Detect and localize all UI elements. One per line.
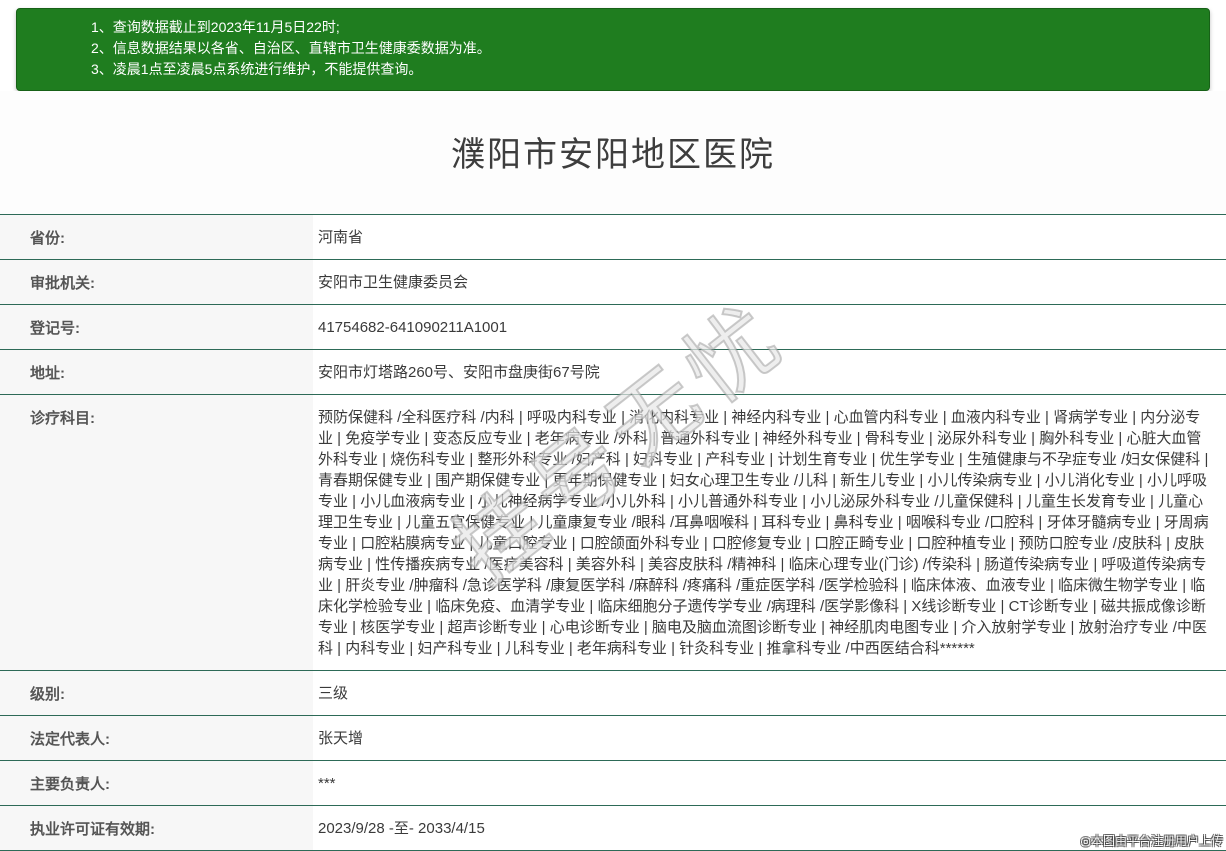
row-label: 省份: xyxy=(0,215,313,259)
table-row-registration-number: 登记号: 41754682-641090211A1001 xyxy=(0,305,1226,350)
row-value: 河南省 xyxy=(318,229,364,246)
page-title: 濮阳市安阳地区医院 xyxy=(451,136,775,174)
table-row-address: 地址: 安阳市灯塔路260号、安阳市盘庚街67号院 xyxy=(0,350,1226,395)
table-row-medical-departments: 诊疗科目: 预防保健科 /全科医疗科 /内科 | 呼吸内科专业 | 消化内科专业… xyxy=(0,395,1226,671)
row-value: 张天增 xyxy=(318,730,364,747)
row-value: 安阳市灯塔路260号、安阳市盘庚街67号院 xyxy=(318,364,600,381)
notice-line-1: 1、查询数据截止到2023年11月5日22时; xyxy=(91,19,340,35)
row-value: 安阳市卫生健康委员会 xyxy=(318,274,469,291)
row-value: 2023/9/28 -至- 2033/4/15 xyxy=(318,820,485,837)
row-label: 登记号: xyxy=(0,305,313,349)
row-label: 法定代表人: xyxy=(0,716,313,760)
row-label: 执业许可证有效期: xyxy=(0,806,313,850)
row-value: 三级 xyxy=(318,685,349,702)
hospital-info-table: 省份: 河南省 审批机关: 安阳市卫生健康委员会 登记号: 41754682-6… xyxy=(0,214,1226,851)
row-label: 诊疗科目: xyxy=(0,395,313,670)
notice-line-2: 2、信息数据结果以各省、自治区、直辖市卫生健康委数据为准。 xyxy=(91,40,491,56)
table-row-province: 省份: 河南省 xyxy=(0,215,1226,260)
table-row-approval-authority: 审批机关: 安阳市卫生健康委员会 xyxy=(0,260,1226,305)
row-label: 主要负责人: xyxy=(0,761,313,805)
notice-line-3: 3、凌晨1点至凌晨5点系统进行维护，不能提供查询。 xyxy=(91,61,423,77)
notice-banner: 1、查询数据截止到2023年11月5日22时; 2、信息数据结果以各省、自治区、… xyxy=(16,8,1210,91)
table-row-principal: 主要负责人: *** xyxy=(0,761,1226,806)
row-value: 预防保健科 /全科医疗科 /内科 | 呼吸内科专业 | 消化内科专业 | 神经内… xyxy=(318,409,1209,657)
row-label: 审批机关: xyxy=(0,260,313,304)
title-band: 濮阳市安阳地区医院 xyxy=(0,91,1226,214)
table-row-level: 级别: 三级 xyxy=(0,671,1226,716)
row-label: 级别: xyxy=(0,671,313,715)
table-row-license-validity: 执业许可证有效期: 2023/9/28 -至- 2033/4/15 xyxy=(0,806,1226,851)
row-value: 41754682-641090211A1001 xyxy=(318,319,508,336)
row-label: 地址: xyxy=(0,350,313,394)
row-value: *** xyxy=(318,775,336,792)
table-row-legal-representative: 法定代表人: 张天增 xyxy=(0,716,1226,761)
